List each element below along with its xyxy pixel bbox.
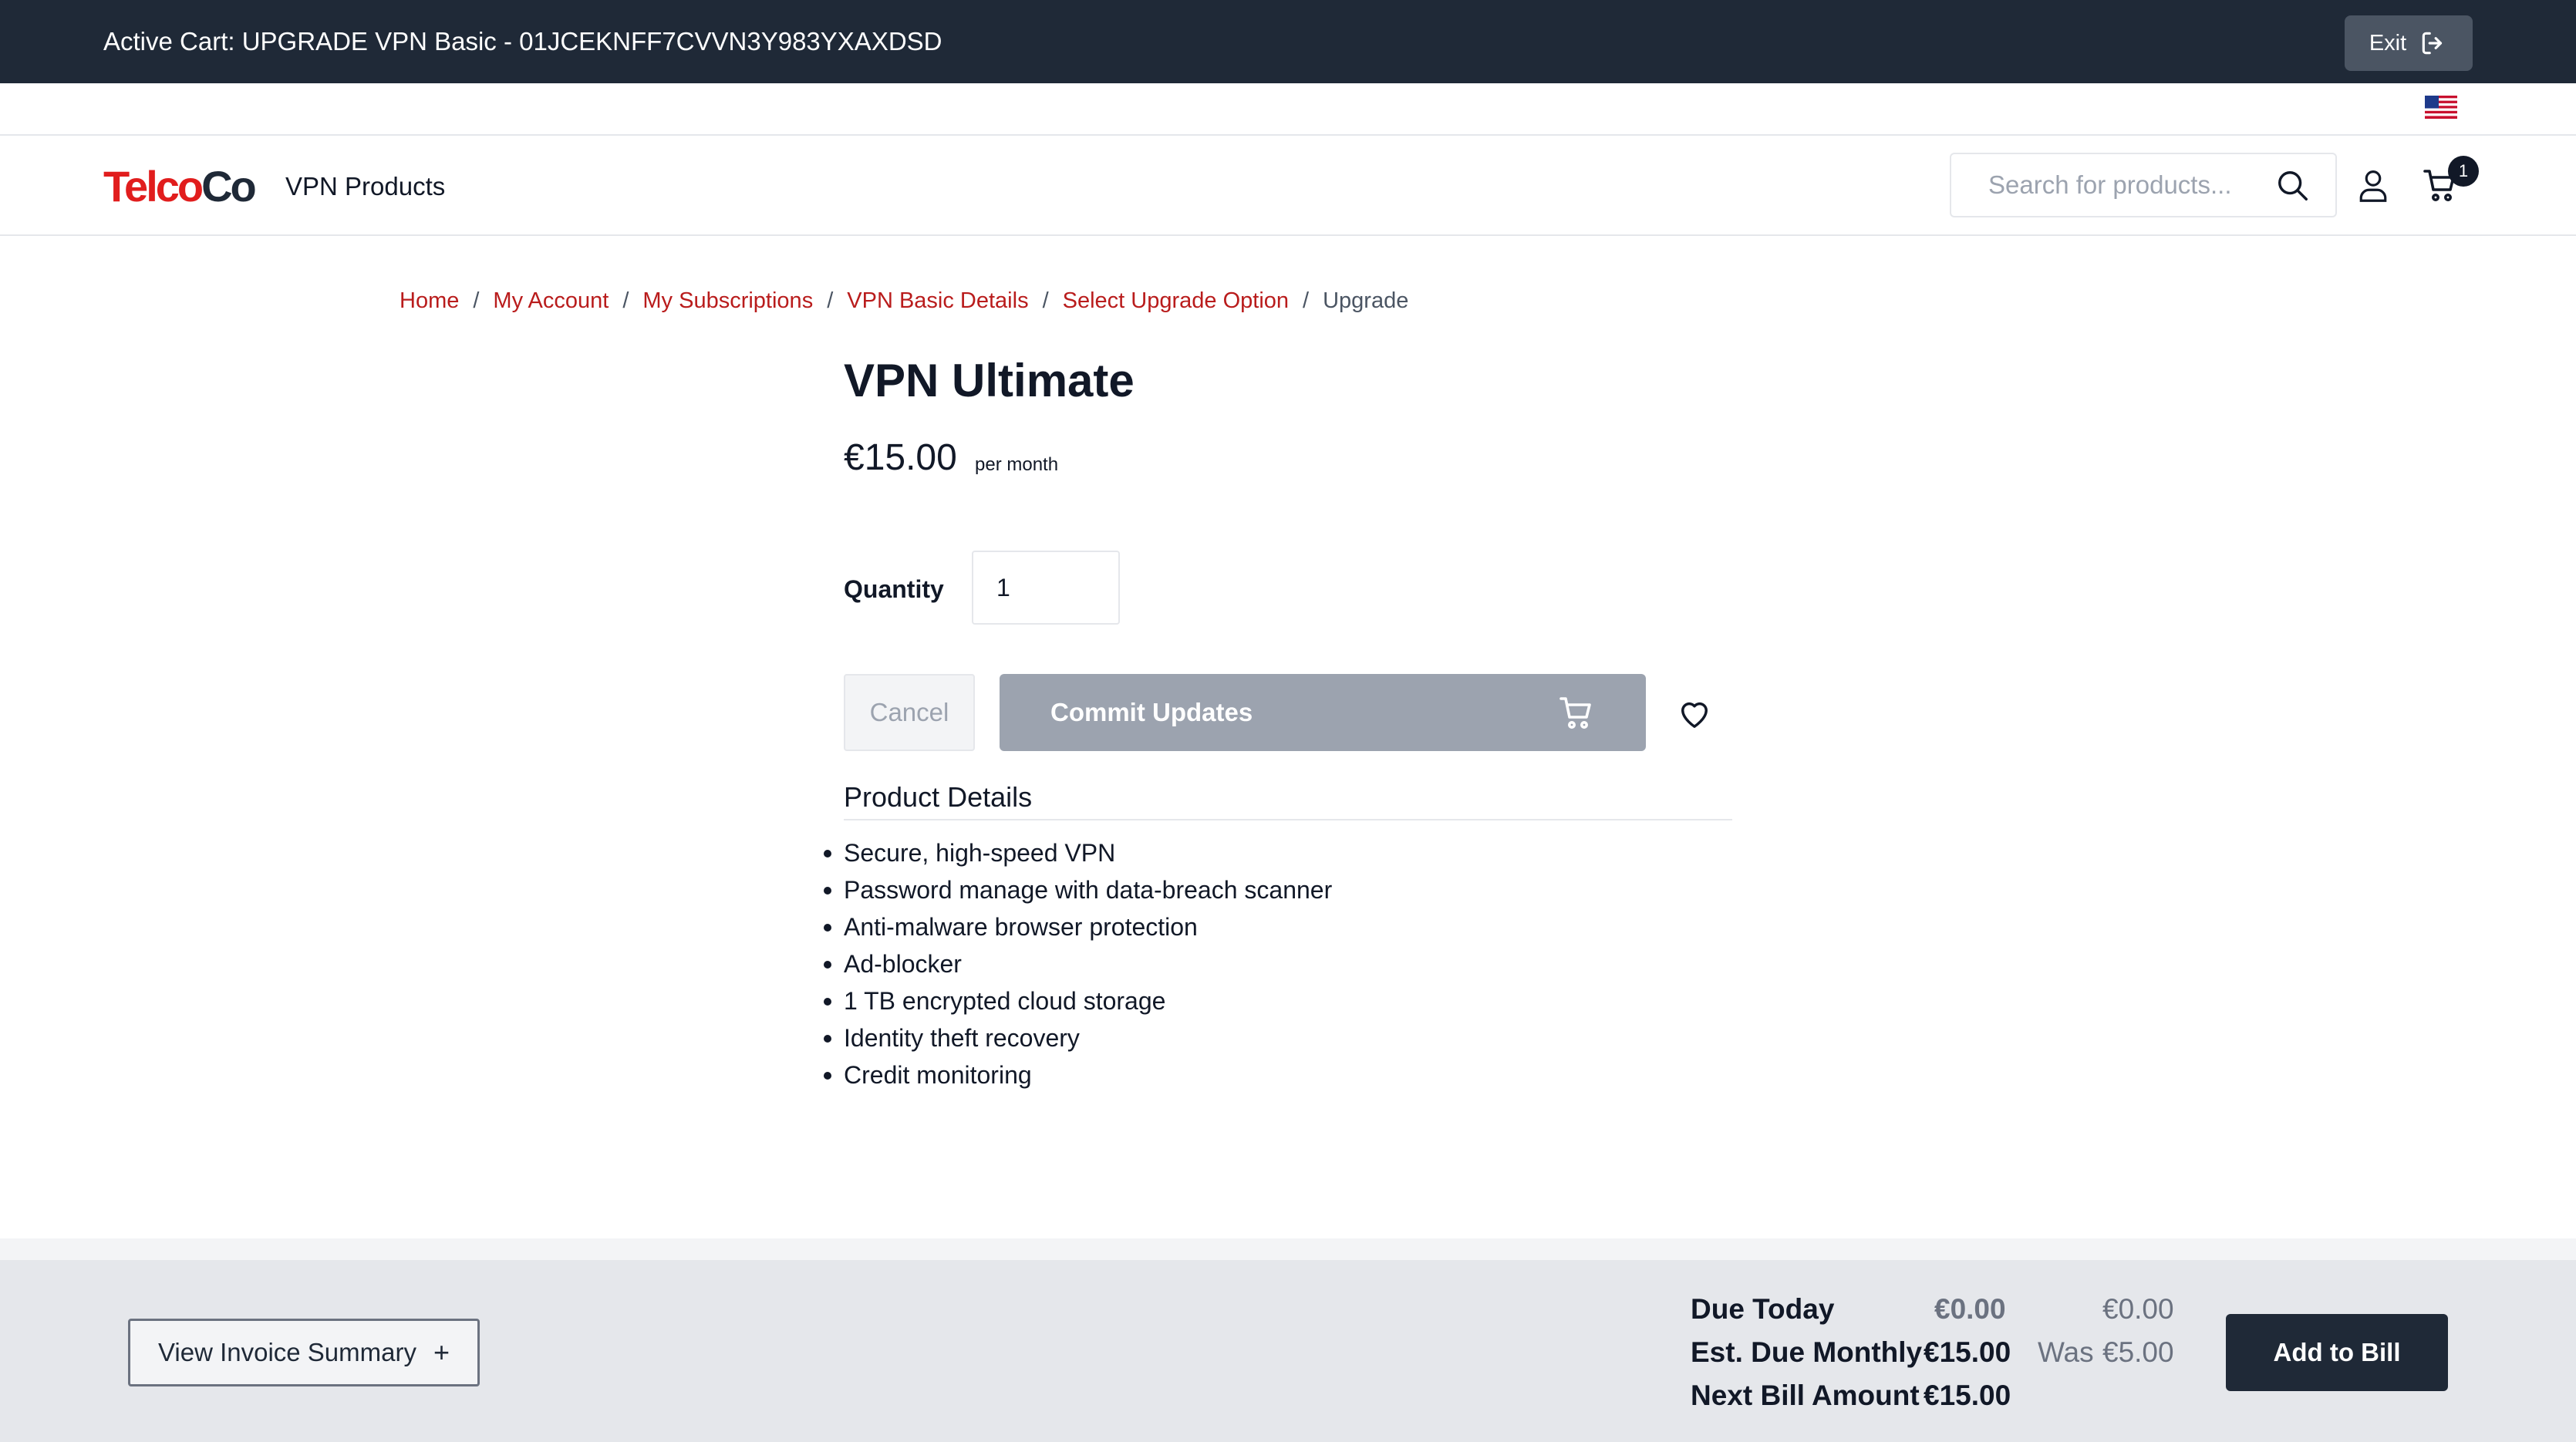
- feature-item: Ad-blocker: [823, 945, 1332, 982]
- heart-icon[interactable]: [1677, 697, 1712, 729]
- locale-strip: [0, 83, 2576, 136]
- breadcrumb-select-upgrade-option[interactable]: Select Upgrade Option: [1063, 287, 1289, 315]
- breadcrumb-separator: /: [1303, 288, 1310, 313]
- active-cart-bar: Active Cart: UPGRADE VPN Basic - 01JCEKN…: [0, 0, 2576, 83]
- product-details-heading: Product Details: [844, 780, 1732, 820]
- footer-divider: [0, 1238, 2576, 1260]
- cart-count-badge: 1: [2448, 156, 2479, 187]
- feature-item: Secure, high-speed VPN: [823, 834, 1332, 871]
- feature-item: Credit monitoring: [823, 1056, 1332, 1093]
- us-flag-icon[interactable]: [2425, 96, 2457, 119]
- breadcrumb-current: Upgrade: [1323, 288, 1409, 313]
- quantity-label: Quantity: [844, 575, 944, 603]
- est-due-monthly-previous: €5.00: [2102, 1336, 2174, 1368]
- breadcrumb-my-subscriptions[interactable]: My Subscriptions: [642, 287, 813, 315]
- nav-vpn-products[interactable]: VPN Products: [285, 171, 445, 202]
- cart-icon: [1559, 697, 1591, 729]
- breadcrumb-separator: /: [827, 288, 834, 313]
- feature-item: Anti-malware browser protection: [823, 908, 1332, 945]
- next-bill-amount-label: Next Bill Amount: [1691, 1380, 1920, 1411]
- due-today-value: €0.00: [1934, 1293, 2006, 1325]
- quantity-input[interactable]: [972, 551, 1120, 625]
- view-invoice-summary-button[interactable]: View Invoice Summary +: [128, 1319, 480, 1386]
- breadcrumb-vpn-basic-details[interactable]: VPN Basic Details: [847, 287, 1028, 315]
- logo-part-2: Co: [201, 162, 257, 211]
- search-box: [1950, 153, 2337, 217]
- search-icon[interactable]: [2275, 168, 2311, 204]
- user-icon[interactable]: [2357, 168, 2389, 204]
- next-bill-amount-value: €15.00: [1924, 1380, 2011, 1411]
- commit-updates-button[interactable]: Commit Updates: [1000, 674, 1646, 751]
- price-unit: per month: [975, 454, 1059, 475]
- commit-updates-label: Commit Updates: [1050, 698, 1253, 726]
- due-today-previous: €0.00: [2102, 1293, 2174, 1325]
- site-header: TelcoCo VPN Products 1: [0, 136, 2576, 236]
- cancel-button[interactable]: Cancel: [844, 674, 975, 751]
- product-features-list: Secure, high-speed VPN Password manage w…: [823, 834, 1332, 1093]
- active-cart-text: Active Cart: UPGRADE VPN Basic - 01JCEKN…: [103, 27, 942, 56]
- feature-item: 1 TB encrypted cloud storage: [823, 982, 1332, 1019]
- search-input[interactable]: [1988, 170, 2266, 200]
- due-today-label: Due Today: [1691, 1293, 1835, 1325]
- breadcrumb: Home / My Account / My Subscriptions / V…: [400, 287, 1408, 315]
- breadcrumb-separator: /: [622, 288, 629, 313]
- add-to-bill-button[interactable]: Add to Bill: [2226, 1314, 2448, 1391]
- breadcrumb-my-account[interactable]: My Account: [493, 287, 609, 315]
- breadcrumb-separator: /: [1042, 288, 1049, 313]
- product-price: €15.00: [844, 437, 957, 478]
- exit-label: Exit: [2369, 30, 2407, 56]
- plus-icon: +: [433, 1336, 450, 1368]
- breadcrumb-home[interactable]: Home: [400, 287, 459, 315]
- checkout-footer: View Invoice Summary + Due Today €0.00 €…: [0, 1260, 2576, 1442]
- exit-button[interactable]: Exit: [2345, 15, 2473, 71]
- invoice-summary-label: View Invoice Summary: [157, 1338, 416, 1366]
- est-due-monthly-value: €15.00: [1924, 1336, 2011, 1368]
- telcoco-logo[interactable]: TelcoCo: [103, 162, 257, 211]
- feature-item: Password manage with data-breach scanner: [823, 871, 1332, 908]
- was-label: Was: [2038, 1336, 2094, 1368]
- logo-part-1: Telco: [103, 162, 204, 211]
- est-due-monthly-label: Est. Due Monthly: [1691, 1336, 1923, 1368]
- feature-item: Identity theft recovery: [823, 1019, 1332, 1056]
- breadcrumb-separator: /: [473, 288, 480, 313]
- product-title: VPN Ultimate: [844, 355, 1135, 406]
- sign-out-icon: [2422, 32, 2443, 55]
